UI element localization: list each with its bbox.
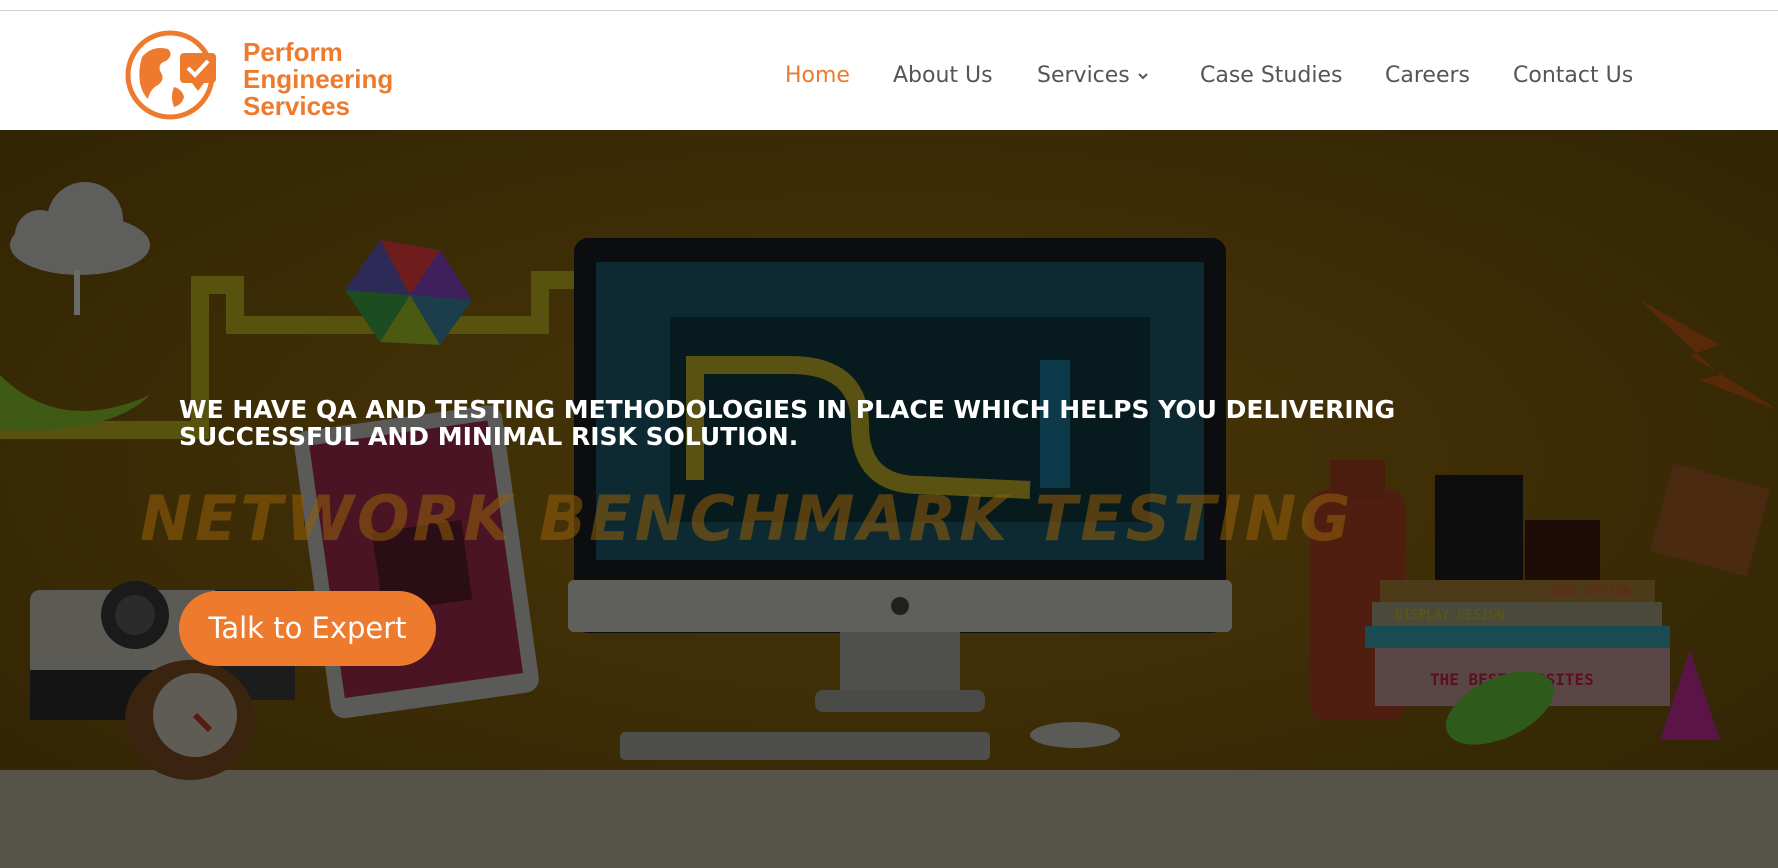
nav-services[interactable]: Services (1037, 63, 1150, 88)
brand-name-line1: Perform (243, 37, 343, 67)
tablet-decoration (294, 405, 539, 719)
book-label-display-design: DISPLAY DESIGN (1395, 608, 1505, 623)
nav-home[interactable]: Home (785, 63, 850, 88)
hero-headline: WE HAVE QA AND TESTING METHODOLOGIES IN … (179, 395, 1396, 451)
nav-case-studies[interactable]: Case Studies (1200, 63, 1342, 88)
nav-careers[interactable]: Careers (1385, 63, 1470, 88)
main-nav: Home About Us Services Case Studies Care… (0, 63, 1778, 103)
chevron-down-icon (1138, 73, 1148, 80)
hero-watermark-text: NETWORK BENCHMARK TESTING (140, 482, 1354, 555)
hero-banner: LOGO DESIGN DISPLAY DESIGN THE BEST WEBS… (0, 130, 1778, 868)
browser-top-border (0, 0, 1778, 11)
nav-contact-us[interactable]: Contact Us (1513, 63, 1633, 88)
book-label-logo-design: LOGO DESIGN (1545, 585, 1631, 600)
site-header: Perform Engineering Services Home About … (0, 11, 1778, 130)
nav-services-label: Services (1037, 63, 1130, 88)
talk-to-expert-button[interactable]: Talk to Expert (179, 591, 436, 666)
nav-about-us[interactable]: About Us (893, 63, 993, 88)
